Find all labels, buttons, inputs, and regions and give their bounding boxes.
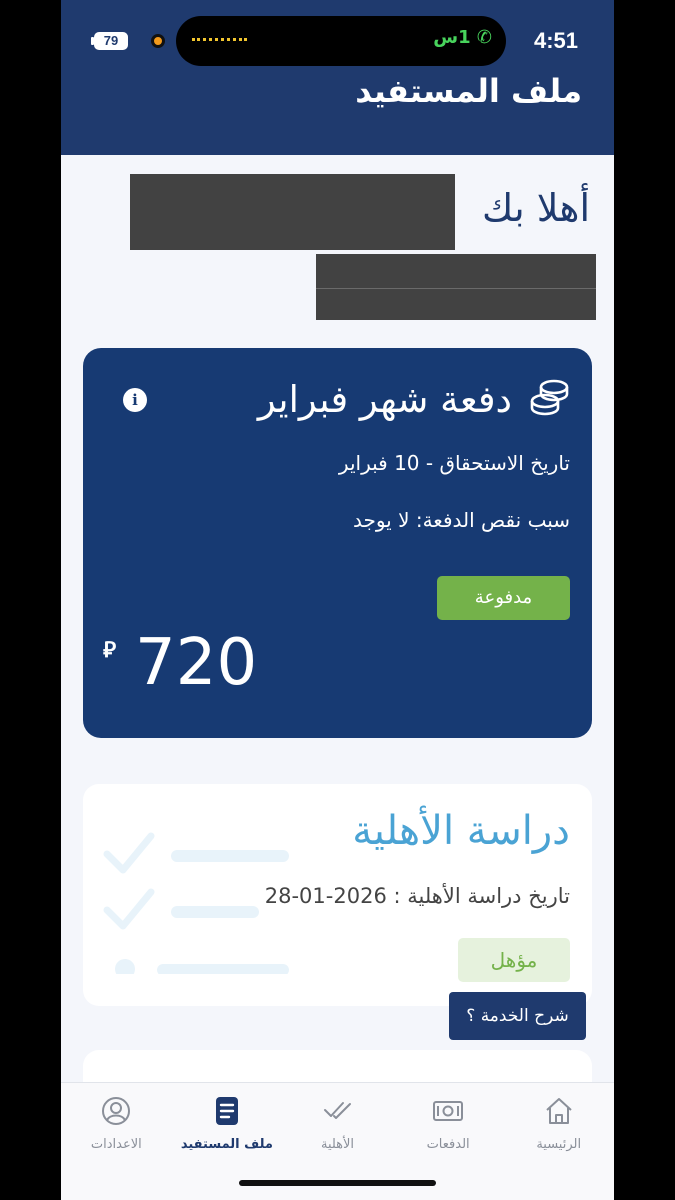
- audio-wave-icon: [192, 38, 247, 42]
- checkmark-icon: [323, 1102, 351, 1119]
- nav-label-payments: الدفعات: [426, 1137, 470, 1152]
- payment-title: دفعة شهر فبراير: [257, 378, 512, 421]
- call-duration: 1س: [433, 27, 471, 48]
- info-icon[interactable]: i: [123, 388, 147, 412]
- eligibility-card[interactable]: دراسة الأهلية تاريخ دراسة الأهلية : 2026…: [83, 784, 592, 1006]
- redacted-id: [316, 254, 596, 320]
- nav-label-home: الرئيسية: [536, 1137, 582, 1152]
- payment-status-badge: مدفوعة: [437, 576, 570, 620]
- call-indicator: ✆ 1س: [433, 27, 492, 48]
- user-circle-icon: [102, 1097, 131, 1125]
- redacted-name: [130, 174, 455, 250]
- eligibility-date: تاريخ دراسة الأهلية : 2026-01-28: [264, 884, 570, 908]
- eligibility-title: دراسة الأهلية: [352, 808, 570, 854]
- home-indicator[interactable]: [239, 1180, 436, 1186]
- payment-due-date: تاريخ الاستحقاق - 10 فبراير: [338, 451, 570, 475]
- app-screen: 79 ✆ 1س 4:51 ملف المستفيد أهلا بك دفعة ش…: [61, 0, 614, 1200]
- cash-icon: [433, 1101, 464, 1121]
- home-icon: [546, 1098, 572, 1124]
- nav-item-home[interactable]: الرئيسية: [503, 1083, 614, 1200]
- payment-shortfall-reason: سبب نقص الدفعة: لا يوجد: [352, 508, 570, 532]
- riyal-currency-icon: ⃁: [103, 638, 117, 663]
- nav-label-beneficiary-profile: ملف المستفيد: [180, 1137, 273, 1152]
- document-icon: [215, 1097, 238, 1125]
- phone-icon: ✆: [476, 27, 492, 48]
- camera-indicator-icon: [151, 34, 165, 48]
- page-title: ملف المستفيد: [355, 72, 582, 110]
- coins-icon: [530, 379, 569, 416]
- payment-card[interactable]: دفعة شهر فبراير i تاريخ الاستحقاق - 10 ف…: [83, 348, 592, 738]
- service-explanation-button[interactable]: شرح الخدمة ؟: [449, 992, 586, 1040]
- nav-label-eligibility: الأهلية: [320, 1137, 355, 1152]
- battery-indicator: 79: [94, 32, 128, 50]
- dynamic-island[interactable]: ✆ 1س: [176, 16, 506, 66]
- status-time: 4:51: [533, 28, 578, 53]
- nav-item-settings[interactable]: الاعدادات: [61, 1083, 172, 1200]
- eligibility-status-badge: مؤهل: [458, 938, 570, 982]
- nav-label-settings: الاعدادات: [90, 1137, 142, 1152]
- greeting: أهلا بك: [482, 186, 590, 230]
- payment-amount: 720: [135, 626, 258, 700]
- header: 79 ✆ 1س 4:51 ملف المستفيد: [61, 0, 614, 155]
